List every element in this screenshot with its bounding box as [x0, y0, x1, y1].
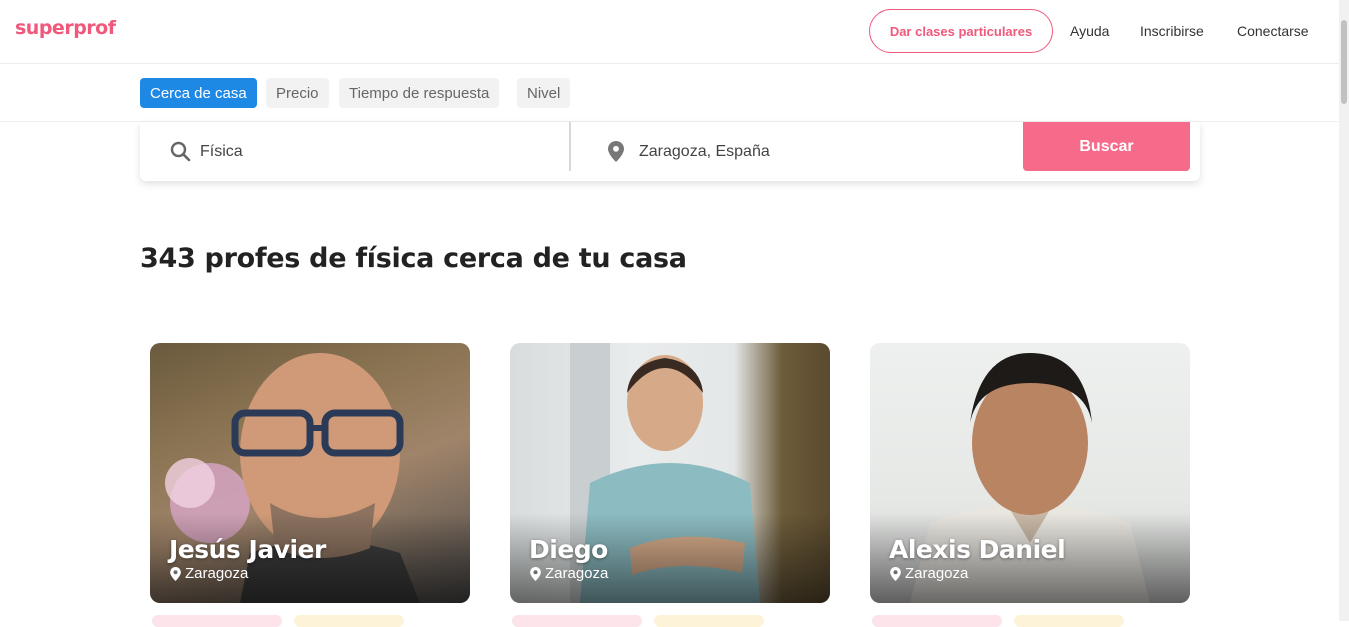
tutor-badge	[152, 615, 282, 627]
location-pin-icon	[608, 141, 624, 162]
tutor-badge	[512, 615, 642, 627]
tutor-location-text: Zaragoza	[545, 565, 609, 582]
search-divider	[569, 122, 571, 171]
location-pin-icon	[530, 566, 541, 581]
tutor-card[interactable]: Jesús Javier Zaragoza	[150, 343, 470, 603]
give-classes-button[interactable]: Dar clases particulares	[869, 9, 1053, 53]
subject-value: Física	[200, 142, 243, 160]
filter-response-time[interactable]: Tiempo de respuesta	[339, 78, 500, 108]
site-header: superprof Dar clases particulares Ayuda …	[0, 0, 1339, 64]
page-scrollbar[interactable]	[1339, 0, 1349, 621]
results-title: 343 profes de física cerca de tu casa	[140, 243, 687, 274]
subject-search-field[interactable]: Física	[170, 122, 560, 181]
tutor-badge	[294, 615, 404, 627]
tutor-card[interactable]: Diego Zaragoza	[510, 343, 830, 603]
location-pin-icon	[170, 566, 181, 581]
tutor-location: Zaragoza	[170, 565, 248, 582]
scrollbar-thumb[interactable]	[1341, 20, 1347, 104]
tutor-location-text: Zaragoza	[185, 565, 249, 582]
tutor-card[interactable]: Alexis Daniel Zaragoza	[870, 343, 1190, 603]
tutor-badge	[654, 615, 764, 627]
tutor-name: Alexis Daniel	[889, 535, 1066, 564]
location-search-field[interactable]: Zaragoza, España	[608, 122, 1008, 181]
tutor-location-text: Zaragoza	[905, 565, 969, 582]
filter-price[interactable]: Precio	[266, 78, 329, 108]
filter-near-home[interactable]: Cerca de casa	[140, 78, 257, 108]
tutor-location: Zaragoza	[890, 565, 968, 582]
login-link[interactable]: Conectarse	[1237, 23, 1309, 39]
superprof-logo[interactable]: superprof	[15, 17, 116, 39]
search-bar: Física Zaragoza, España Buscar	[140, 122, 1200, 181]
tutor-location: Zaragoza	[530, 565, 608, 582]
tutor-name: Diego	[529, 535, 608, 564]
signup-link[interactable]: Inscribirse	[1140, 23, 1204, 39]
tutor-badge	[1014, 615, 1124, 627]
filter-bar: Cerca de casa Precio Tiempo de respuesta…	[0, 65, 1339, 122]
search-icon	[170, 141, 191, 162]
location-value: Zaragoza, España	[639, 142, 770, 160]
help-link[interactable]: Ayuda	[1070, 23, 1109, 39]
location-pin-icon	[890, 566, 901, 581]
tutor-name: Jesús Javier	[169, 535, 326, 564]
tutor-badge	[872, 615, 1002, 627]
search-button[interactable]: Buscar	[1023, 122, 1190, 171]
filter-level[interactable]: Nivel	[517, 78, 571, 108]
